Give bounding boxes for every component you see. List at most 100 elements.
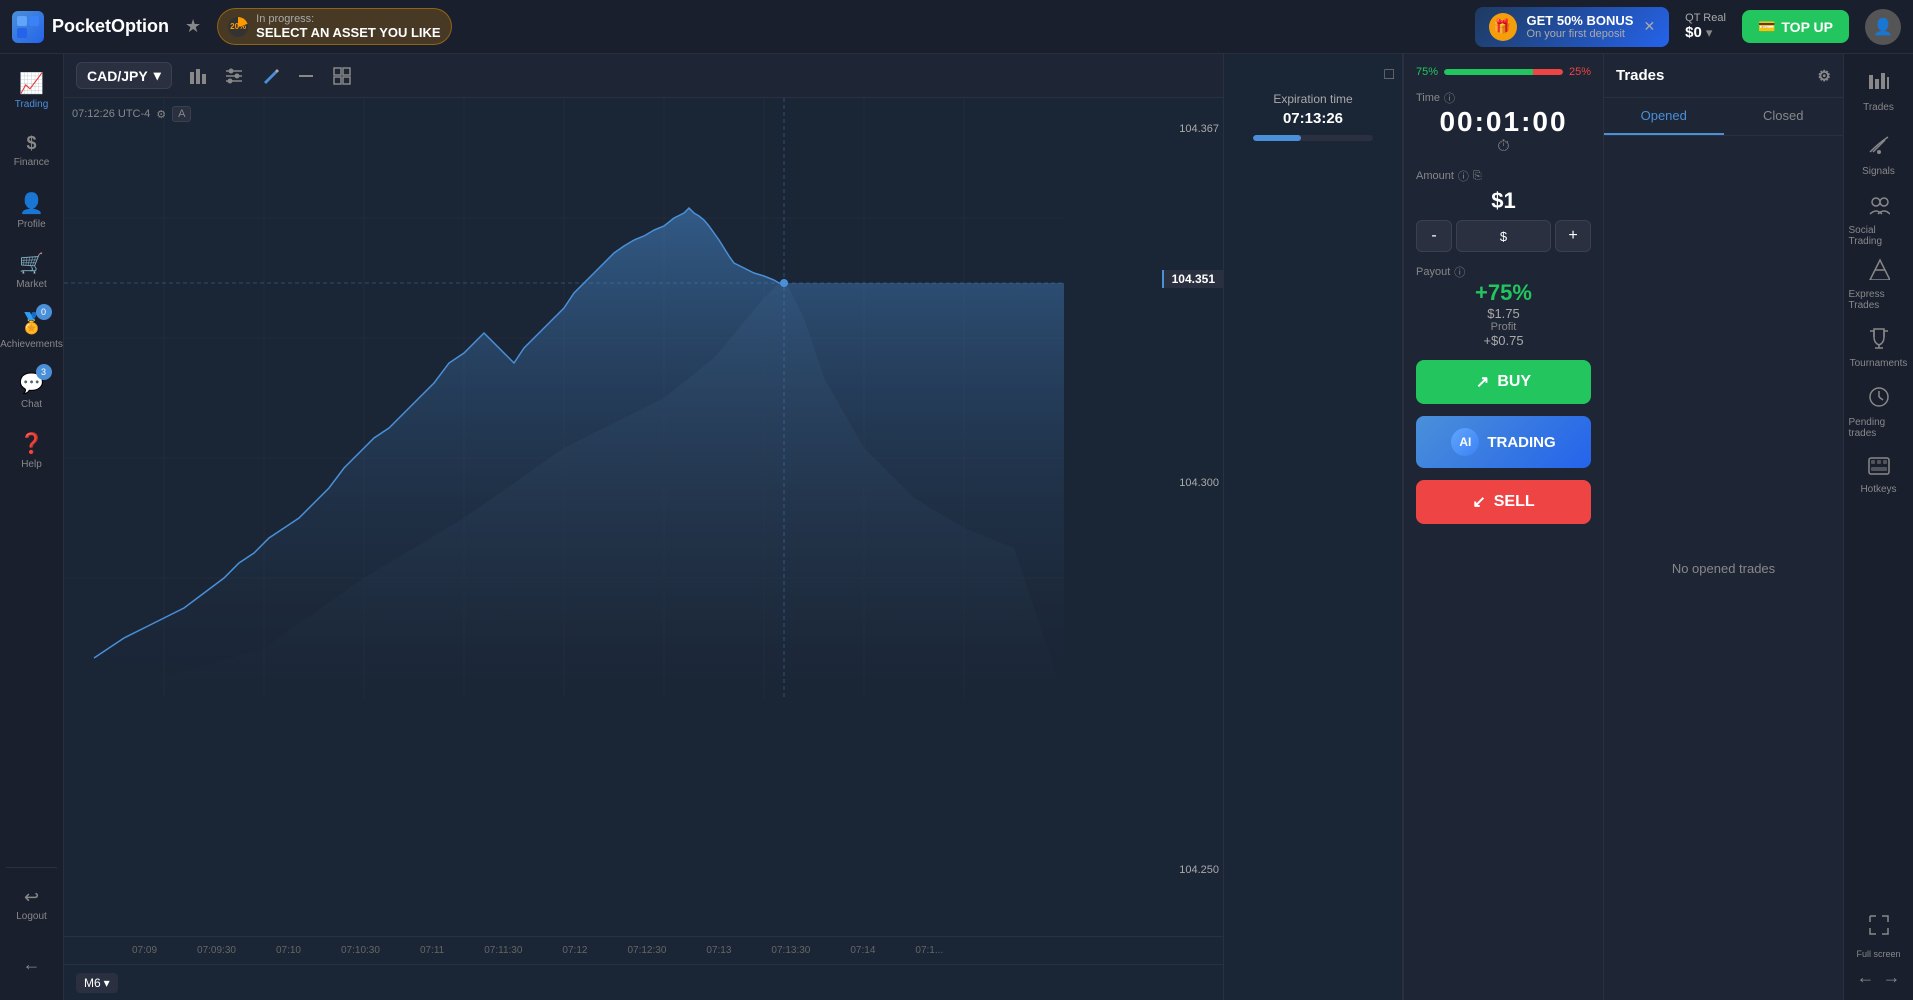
trades-tab-closed[interactable]: Closed (1724, 98, 1844, 135)
line-tool-button[interactable] (290, 60, 322, 92)
amount-section: Amount ⓘ ⎘ $1 - $ + (1416, 168, 1591, 252)
topup-icon: 💳 (1758, 18, 1775, 35)
sidebar-item-left-arrow[interactable]: ← (4, 936, 60, 992)
star-icon[interactable]: ★ (185, 16, 201, 37)
finance-icon: $ (26, 133, 36, 154)
nav-left-arrow[interactable]: ← (1857, 967, 1875, 988)
right-item-hotkeys[interactable]: Hotkeys (1849, 446, 1909, 506)
sell-label: SELL (1494, 493, 1535, 511)
buy-button[interactable]: ↗ BUY (1416, 360, 1591, 404)
right-label-social-trading: Social Trading (1849, 225, 1909, 247)
main-layout: 📈 Trading $ Finance 👤 Profile 🛒 Market 🏅… (0, 54, 1913, 1000)
logo-icon (12, 11, 44, 43)
draw-tool-button[interactable] (254, 60, 286, 92)
chart-info: 07:12:26 UTC-4 ⚙ A (72, 106, 191, 122)
time-label-6: 07:11:30 (484, 945, 522, 956)
in-progress-action: SELECT AN ASSET YOU LIKE (256, 25, 440, 40)
sidebar-item-finance[interactable]: $ Finance (4, 122, 60, 178)
right-item-social-trading[interactable]: Social Trading (1849, 190, 1909, 250)
topup-button[interactable]: 💳 TOP UP (1742, 10, 1849, 43)
expiration-label: Expiration time (1273, 92, 1352, 106)
asset-selector[interactable]: CAD/JPY ▾ (76, 62, 172, 89)
ai-trading-button[interactable]: AI TRADING (1416, 416, 1591, 468)
payout-section: Payout ⓘ +75% $1.75 Profit +$0.75 (1416, 264, 1591, 348)
chart-settings-button[interactable] (218, 60, 250, 92)
sidebar-label-achievements: Achievements (0, 339, 63, 350)
progress-bar-red (1533, 69, 1563, 75)
in-progress-label: In progress: (256, 13, 440, 25)
nav-arrows: ← → (1853, 963, 1905, 992)
chart-settings-small-icon[interactable]: ⚙ (156, 108, 166, 121)
payout-percent: +75% (1416, 280, 1591, 306)
sidebar-label-finance: Finance (14, 157, 50, 168)
sidebar-label-chat: Chat (21, 399, 42, 410)
right-item-express-trades[interactable]: Express Trades (1849, 254, 1909, 314)
express-trades-icon (1868, 258, 1890, 286)
sell-arrow-icon: ↙ (1472, 492, 1485, 512)
time-label-9: 07:13 (706, 945, 731, 956)
amount-minus-button[interactable]: - (1416, 220, 1452, 252)
chart-type-button[interactable] (182, 60, 214, 92)
right-item-signals[interactable]: Signals (1849, 126, 1909, 186)
profile-icon: 👤 (19, 191, 44, 216)
nav-right-arrow[interactable]: → (1883, 967, 1901, 988)
ai-icon: AI (1451, 428, 1479, 456)
current-price-badge: 104.351 (1162, 270, 1223, 288)
avatar[interactable]: 👤 (1865, 9, 1901, 45)
fullscreen-button[interactable] (1849, 905, 1909, 945)
left-arrow-icon: ← (23, 954, 41, 975)
chat-badge: 3 (36, 364, 52, 380)
profit-label: Profit (1416, 321, 1591, 333)
bonus-banner[interactable]: 🎁 GET 50% BONUS On your first deposit ✕ (1475, 7, 1670, 47)
chart-body: 07:12:26 UTC-4 ⚙ A 104.367 104.300 104.2… (64, 98, 1223, 936)
expiration-time: 07:13:26 (1283, 110, 1343, 127)
logo: PocketOption (12, 11, 169, 43)
expiration-close-icon[interactable]: □ (1384, 66, 1394, 84)
market-icon: 🛒 (19, 251, 44, 276)
direction-progress: 75% 25% (1416, 66, 1591, 78)
right-label-signals: Signals (1862, 166, 1895, 177)
time-section: Time ⓘ 00:01:00 ⏱ (1416, 90, 1591, 156)
sell-button[interactable]: ↙ SELL (1416, 480, 1591, 524)
timeframe-bar: M6 ▾ (64, 964, 1223, 1000)
sidebar-item-logout[interactable]: ↩ Logout (4, 876, 60, 932)
grid-button[interactable] (326, 60, 358, 92)
timeframe-dropdown-icon: ▾ (104, 976, 110, 990)
sidebar-label-trading: Trading (15, 99, 49, 110)
right-item-pending-trades[interactable]: Pending trades (1849, 382, 1909, 442)
progress-green-label: 75% (1416, 66, 1438, 78)
time-label-11: 07:14 (850, 945, 875, 956)
sidebar-item-market[interactable]: 🛒 Market (4, 242, 60, 298)
right-item-trades[interactable]: Trades (1849, 62, 1909, 122)
buy-label: BUY (1497, 373, 1531, 391)
sidebar-item-achievements[interactable]: 🏅 Achievements 0 (4, 302, 60, 358)
right-label-tournaments: Tournaments (1850, 358, 1908, 369)
logout-label: Logout (16, 911, 47, 922)
price-high: 104.367 (1175, 123, 1223, 135)
sidebar-item-chat[interactable]: 💬 Chat 3 (4, 362, 60, 418)
time-label-12: 07:1... (915, 945, 943, 956)
chart-toolbar: CAD/JPY ▾ (64, 54, 1223, 98)
time-label-2: 07:09:30 (197, 945, 236, 956)
amount-plus-button[interactable]: + (1555, 220, 1591, 252)
trades-settings-icon[interactable]: ⚙ (1818, 67, 1831, 85)
topbar: PocketOption ★ 20% In progress: SELECT A… (0, 0, 1913, 54)
chart-container: CAD/JPY ▾ (64, 54, 1223, 1000)
sidebar-item-help[interactable]: ❓ Help (4, 422, 60, 478)
sidebar-item-profile[interactable]: 👤 Profile (4, 182, 60, 238)
amount-dollar-button[interactable]: $ (1456, 220, 1551, 252)
trades-tabs: Opened Closed (1604, 98, 1843, 136)
trades-tab-opened[interactable]: Opened (1604, 98, 1724, 135)
timeframe-selector[interactable]: M6 ▾ (76, 973, 118, 993)
sidebar-item-trading[interactable]: 📈 Trading (4, 62, 60, 118)
sidebar-label-help: Help (21, 459, 42, 470)
buy-arrow-icon: ↗ (1476, 372, 1489, 392)
trades-sidebar: Trades ⚙ Opened Closed No opened trades (1603, 54, 1843, 1000)
sidebar-label-profile: Profile (17, 219, 45, 230)
right-item-tournaments[interactable]: Tournaments (1849, 318, 1909, 378)
in-progress-badge[interactable]: 20% In progress: SELECT AN ASSET YOU LIK… (217, 8, 451, 45)
progress-bar-green (1444, 69, 1533, 75)
signals-icon (1868, 135, 1890, 163)
account-dropdown-icon[interactable]: ▾ (1706, 25, 1713, 41)
bonus-close-icon[interactable]: ✕ (1643, 18, 1655, 35)
